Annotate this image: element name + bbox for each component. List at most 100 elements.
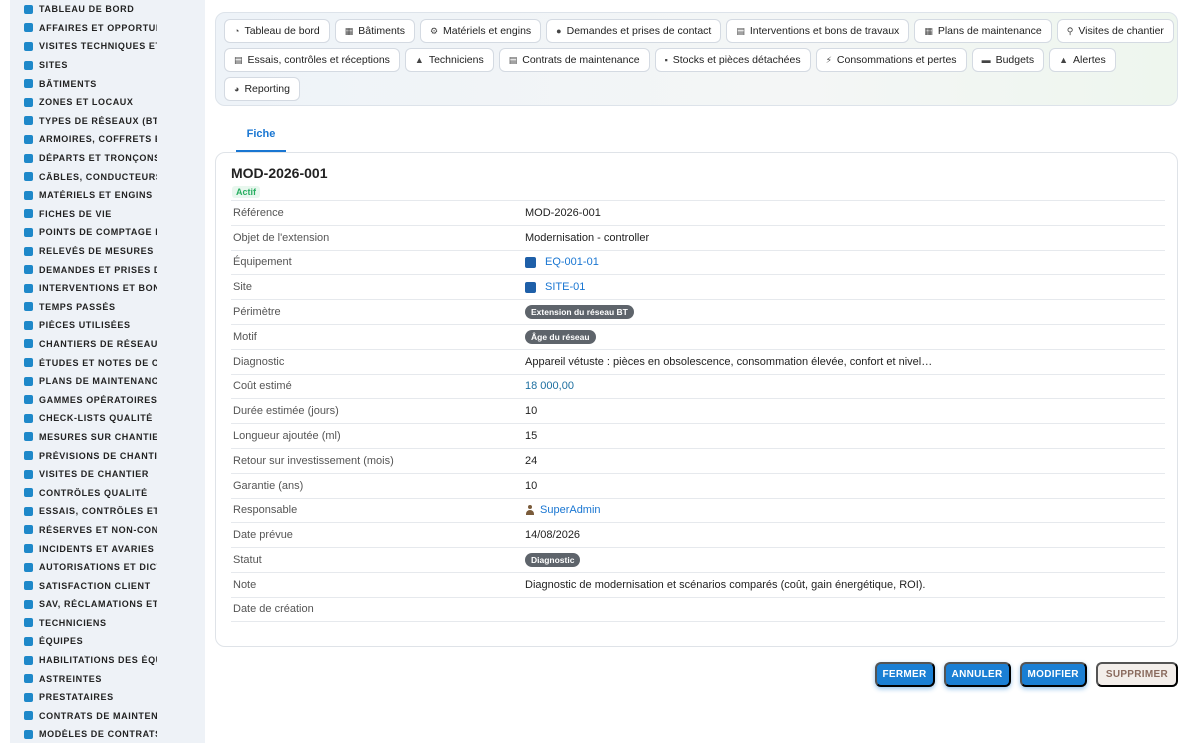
edit-button[interactable]: MODIFIER	[1019, 662, 1087, 687]
sidebar-item[interactable]: PIÈCES UTILISÉES	[10, 316, 205, 335]
field-value[interactable]: EQ-001-01	[525, 256, 599, 268]
sidebar-item[interactable]: SATISFACTION CLIENT	[10, 576, 205, 595]
helmet-icon	[24, 618, 33, 628]
sidebar-item[interactable]: GAMMES OPÉRATOIRES	[10, 390, 205, 409]
sidebar-item[interactable]: INTERVENTIONS ET BONS DE TRAVAUX	[10, 279, 205, 298]
sidebar: TABLEAU DE BORD AFFAIRES ET OPPORTUNITÉS V…	[10, 0, 205, 743]
field-value-text: 15	[525, 430, 538, 443]
field-row: Durée estimée (jours) 10	[231, 398, 1165, 423]
sidebar-item[interactable]: POINTS DE COMPTAGE ET MESURES	[10, 223, 205, 242]
sidebar-item-label: MESURES SUR CHANTIER	[39, 431, 157, 442]
field-label: Date de création	[233, 603, 314, 616]
nav-button[interactable]: ▲ Alertes	[1049, 48, 1116, 72]
nav-button[interactable]: ⚡ Consommations et pertes	[815, 48, 967, 72]
sidebar-item[interactable]: TABLEAU DE BORD	[10, 0, 205, 19]
field-value: Modernisation - controller	[525, 232, 649, 244]
sidebar-item[interactable]: TECHNICIENS	[10, 614, 205, 633]
sidebar-item-label: BÂTIMENTS	[39, 78, 97, 89]
status-badge: Actif	[232, 186, 260, 198]
field-value-text: 14/08/2026	[525, 529, 581, 542]
nav-button[interactable]: ◔ Tableau de bord	[224, 19, 330, 43]
field-label: Coût estimé	[233, 380, 292, 393]
nav-button[interactable]: ⚲ Visites de chantier	[1056, 19, 1174, 43]
nav-button[interactable]: ▤ Essais, contrôles et réceptions	[224, 48, 400, 72]
cancel-button[interactable]: ANNULER	[943, 662, 1011, 687]
sidebar-item[interactable]: MATÉRIELS ET ENGINS	[10, 186, 205, 205]
hammer-icon	[24, 339, 33, 349]
nav-button[interactable]: ▲ Techniciens	[404, 48, 494, 72]
nav-button[interactable]: ▤ Interventions et bons de travaux	[726, 19, 910, 43]
sidebar-item[interactable]: ARMOIRES, COFFRETS ET TABLEAUX	[10, 130, 205, 149]
field-value-text: SuperAdmin	[540, 504, 601, 517]
field-value[interactable]: SITE-01	[525, 281, 585, 293]
nav-button[interactable]: ▦ Plans de maintenance	[914, 19, 1052, 43]
field-value-text: EQ-001-01	[545, 256, 599, 269]
sidebar-item[interactable]: CONTRÔLES QUALITÉ	[10, 483, 205, 502]
field-row: Objet de l'extension Modernisation - cont…	[231, 224, 1165, 250]
sidebar-item[interactable]: MESURES SUR CHANTIER	[10, 428, 205, 447]
field-row: Périmètre Extension du réseau BT	[231, 299, 1165, 324]
sidebar-item[interactable]: AUTORISATIONS ET DICT	[10, 558, 205, 577]
sidebar-item-label: DEMANDES ET PRISES DE CONTACT	[39, 264, 157, 275]
cabinet-icon	[24, 134, 33, 144]
field-value-text: MOD-2026-001	[525, 206, 601, 219]
field-label: Statut	[233, 554, 262, 567]
sidebar-item[interactable]: INCIDENTS ET AVARIES	[10, 539, 205, 558]
sidebar-item[interactable]: CONTRATS DE MAINTENANCE	[10, 707, 205, 726]
nav-button-label: Reporting	[244, 83, 290, 95]
sidebar-item[interactable]: PRÉVISIONS DE CHANTIER	[10, 446, 205, 465]
sidebar-item[interactable]: ÉTUDES ET NOTES DE CALCUL	[10, 353, 205, 372]
nav-button[interactable]: ▤ Contrats de maintenance	[498, 48, 650, 72]
nav-button[interactable]: ▪ Stocks et pièces détachées	[654, 48, 811, 72]
sidebar-item[interactable]: SAV, RÉCLAMATIONS ET GARANTIES	[10, 595, 205, 614]
sidebar-item[interactable]: MODÈLES DE CONTRATS	[10, 725, 205, 743]
nav-button[interactable]: ▬ Budgets	[971, 48, 1045, 72]
field-value: Diagnostic	[525, 553, 581, 568]
checklist-icon	[24, 413, 33, 423]
sidebar-item[interactable]: VISITES TECHNIQUES ET RELEVÉS	[10, 37, 205, 56]
sidebar-item[interactable]: PLANS DE MAINTENANCE	[10, 372, 205, 391]
nav-button[interactable]: ● Demandes et prises de contact	[546, 19, 722, 43]
nav-button-label: Stocks et pièces détachées	[672, 54, 801, 66]
sidebar-item[interactable]: ESSAIS, CONTRÔLES ET RÉCEPTIONS	[10, 502, 205, 521]
nav-button[interactable]: ⚙ Matériels et engins	[419, 19, 542, 43]
tab-fiche[interactable]: Fiche	[236, 118, 286, 152]
close-button[interactable]: FERMER	[874, 662, 935, 687]
field-row: Équipement EQ-001-01	[231, 249, 1165, 275]
sidebar-item-label: VISITES DE CHANTIER	[39, 469, 149, 480]
value-chip: Âge du réseau	[525, 329, 596, 344]
sidebar-item[interactable]: HABILITATIONS DES ÉQUIPES	[10, 651, 205, 670]
sidebar-item[interactable]: CHECK-LISTS QUALITÉ	[10, 409, 205, 428]
sidebar-item[interactable]: CÂBLES, CONDUCTEURS	[10, 167, 205, 186]
sidebar-item[interactable]: RELEVÉS DE MESURES	[10, 242, 205, 261]
sidebar-item[interactable]: BÂTIMENTS	[10, 74, 205, 93]
nav-button[interactable]: ◕ Reporting	[224, 77, 300, 101]
field-value[interactable]: SuperAdmin	[525, 504, 601, 516]
sidebar-item[interactable]: VISITES DE CHANTIER	[10, 465, 205, 484]
sidebar-item[interactable]: FICHES DE VIE	[10, 205, 205, 224]
sidebar-item[interactable]: DÉPARTS ET TRONÇONS	[10, 149, 205, 168]
sidebar-item-label: RÉSERVES ET NON-CONFORMITÉS	[39, 524, 157, 535]
layers-icon	[24, 395, 33, 405]
field-row: Note Diagnostic de modernisation et scéna…	[231, 571, 1165, 597]
sidebar-item[interactable]: AFFAIRES ET OPPORTUNITÉS	[10, 19, 205, 38]
sidebar-item[interactable]: SITES	[10, 56, 205, 75]
sidebar-item-label: SITES	[39, 60, 69, 71]
sidebar-item[interactable]: ZONES ET LOCAUX	[10, 93, 205, 112]
sidebar-item[interactable]: ASTREINTES	[10, 669, 205, 688]
field-label: Objet de l'extension	[233, 231, 330, 244]
sidebar-item[interactable]: PRESTATAIRES	[10, 688, 205, 707]
sidebar-item[interactable]: CHANTIERS DE RÉSEAUX	[10, 335, 205, 354]
sidebar-item[interactable]: DEMANDES ET PRISES DE CONTACT	[10, 260, 205, 279]
delete-button[interactable]: SUPPRIMER	[1095, 662, 1178, 687]
nav-button[interactable]: ▦ Bâtiments	[334, 19, 415, 43]
sidebar-item-label: PRÉVISIONS DE CHANTIER	[39, 450, 157, 461]
sidebar-item[interactable]: ÉQUIPES	[10, 632, 205, 651]
field-value-text: 10	[525, 405, 538, 418]
sidebar-item[interactable]: TEMPS PASSÉS	[10, 298, 205, 317]
bolt-icon: ⚡	[825, 54, 832, 65]
sidebar-item[interactable]: TYPES DE RÉSEAUX (BT / HTA)	[10, 112, 205, 131]
sidebar-item[interactable]: RÉSERVES ET NON-CONFORMITÉS	[10, 521, 205, 540]
dashboard-icon: ◔	[234, 26, 240, 36]
field-label: Retour sur investissement (mois)	[233, 454, 394, 467]
